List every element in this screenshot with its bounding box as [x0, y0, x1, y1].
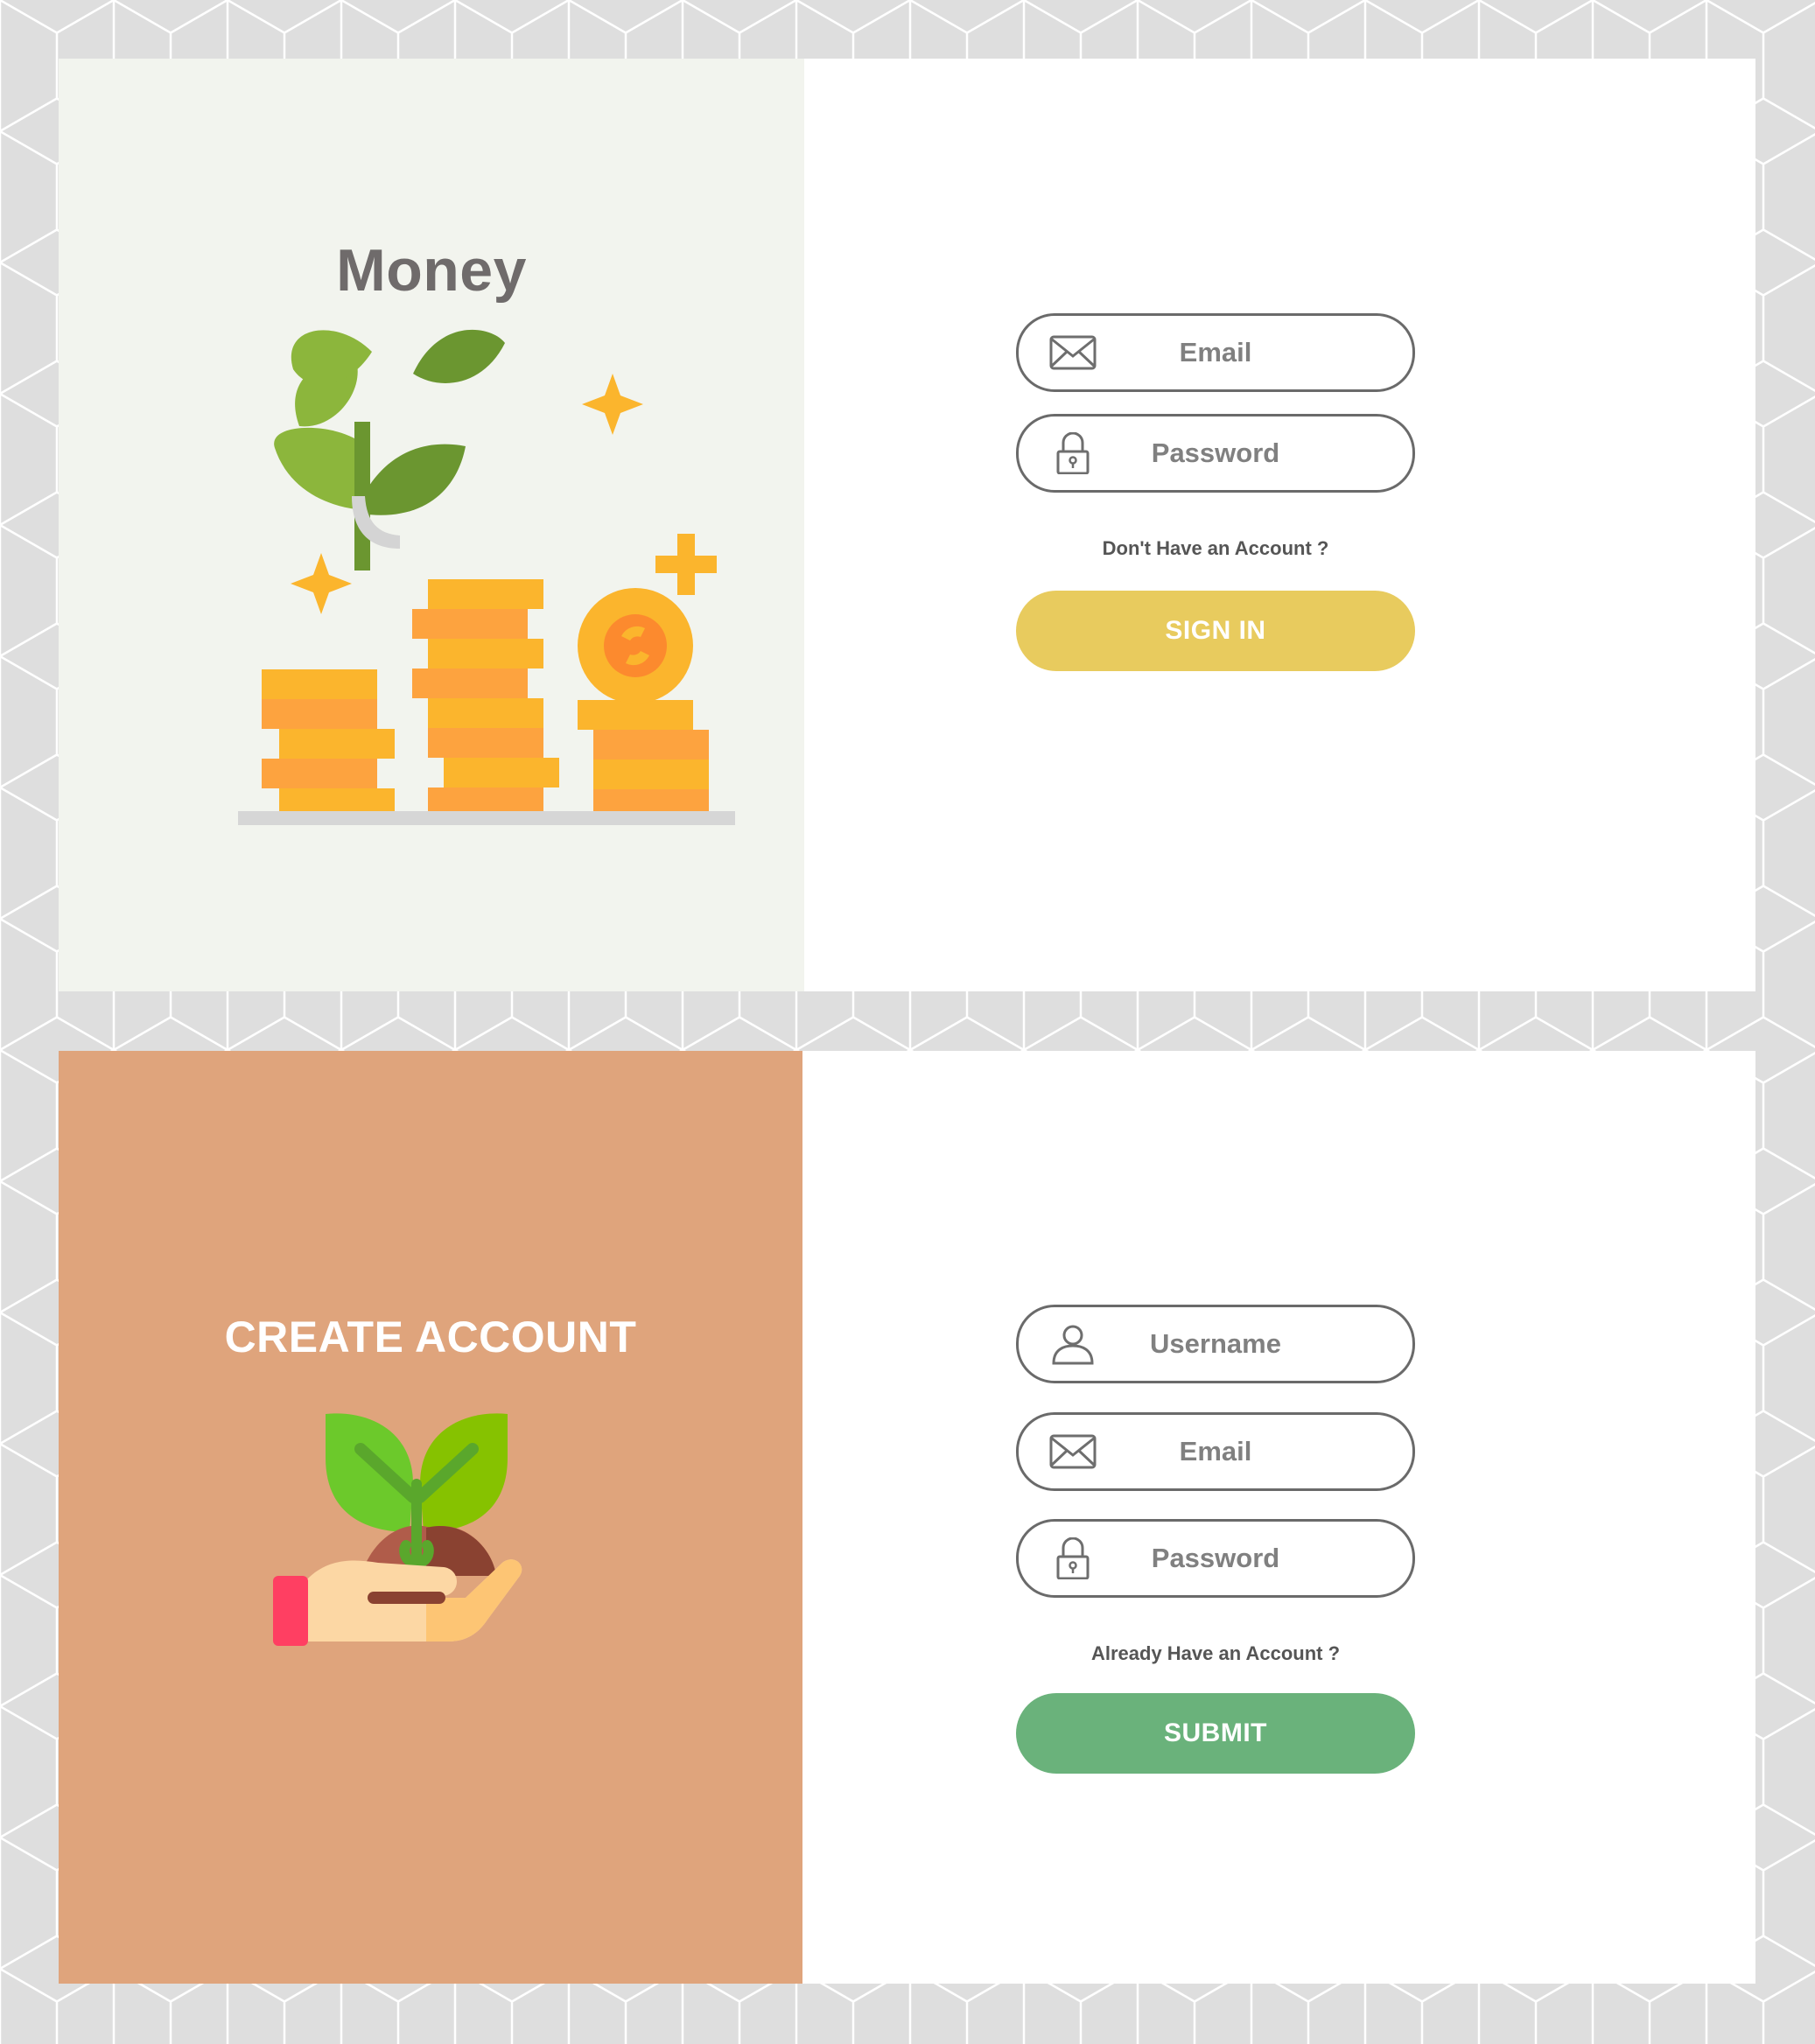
signup-illustration-panel: CREATE ACCOUNT — [59, 1051, 802, 1984]
signup-email-field[interactable]: Email — [1016, 1412, 1415, 1491]
signup-form-panel — [802, 1051, 1755, 1984]
already-have-account-link[interactable]: Already Have an Account ? — [1016, 1642, 1415, 1665]
signin-illustration-panel: Money — [59, 59, 804, 991]
email-placeholder: Email — [1179, 1436, 1252, 1466]
signin-password-field[interactable]: Password — [1016, 414, 1415, 493]
dont-have-account-link[interactable]: Don't Have an Account ? — [1016, 537, 1415, 560]
signup-title: CREATE ACCOUNT — [224, 1312, 637, 1362]
money-plant-coins-illustration — [238, 329, 735, 825]
password-placeholder: Password — [1151, 1543, 1280, 1573]
signin-title: Money — [336, 237, 527, 304]
username-placeholder: Username — [1150, 1328, 1281, 1359]
hand-holding-plant-illustration — [273, 1413, 522, 1646]
signup-card: CREATE ACCOUNT — [59, 1051, 1755, 1984]
signin-form-panel — [804, 59, 1755, 991]
signin-email-field[interactable]: Email — [1016, 313, 1415, 392]
signup-username-field[interactable]: Username — [1016, 1305, 1415, 1383]
password-placeholder: Password — [1151, 438, 1280, 468]
email-placeholder: Email — [1179, 337, 1252, 368]
sign-in-button[interactable]: SIGN IN — [1016, 591, 1415, 671]
submit-button[interactable]: SUBMIT — [1016, 1693, 1415, 1774]
signup-password-field[interactable]: Password — [1016, 1519, 1415, 1598]
signin-card: Money — [59, 59, 1755, 991]
